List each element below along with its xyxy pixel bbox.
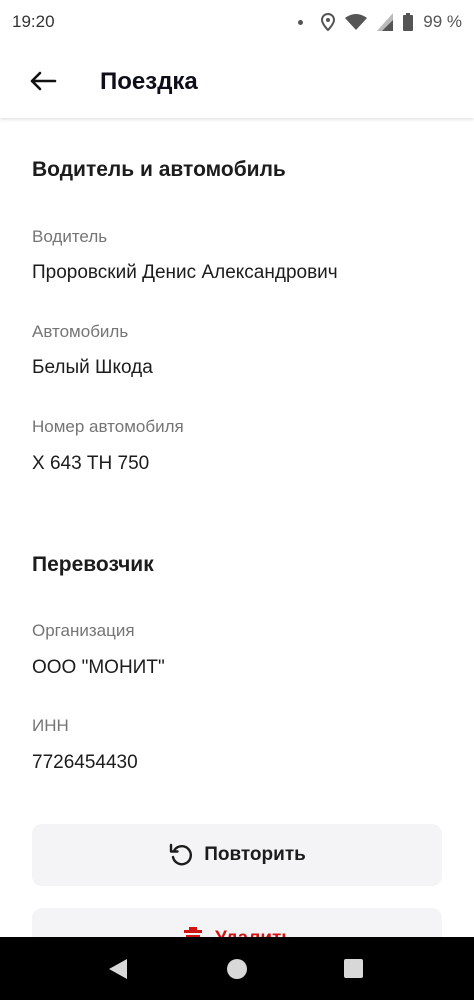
arrow-left-icon xyxy=(30,71,57,91)
battery-icon xyxy=(403,13,414,31)
status-time: 19:20 xyxy=(12,12,55,31)
refresh-icon xyxy=(169,843,193,866)
driver-value: Проровский Денис Александрович xyxy=(32,262,338,283)
organization-value: ООО "МОНИТ" xyxy=(32,657,165,678)
section-title-carrier: Перевозчик xyxy=(32,553,154,576)
car-number-value: Х 643 ТН 750 xyxy=(32,453,150,474)
battery-percent: 99 % xyxy=(423,12,462,31)
car-number-label: Номер автомобиля xyxy=(32,417,184,436)
status-bar: 19:20 99 % xyxy=(0,0,474,44)
repeat-button[interactable]: Повторить xyxy=(32,824,442,886)
nav-home-icon[interactable] xyxy=(227,959,247,979)
status-icons: 99 % xyxy=(298,12,462,32)
organization-label: Организация xyxy=(32,621,135,640)
nav-back-icon[interactable] xyxy=(108,958,128,980)
driver-label: Водитель xyxy=(32,227,108,246)
car-value: Белый Шкода xyxy=(32,357,153,378)
location-icon xyxy=(321,13,336,31)
nav-recents-icon[interactable] xyxy=(344,959,363,978)
car-label: Автомобиль xyxy=(32,322,129,341)
inn-value: 7726454430 xyxy=(32,752,138,773)
page-title: Поездка xyxy=(100,68,198,95)
inn-label: ИНН xyxy=(32,716,69,735)
wifi-icon xyxy=(345,14,368,30)
system-nav-bar xyxy=(0,937,474,1000)
back-button[interactable] xyxy=(26,64,60,98)
signal-icon xyxy=(377,13,394,31)
repeat-button-label: Повторить xyxy=(204,844,306,865)
app-bar: Поездка xyxy=(0,44,474,118)
section-title-driver: Водитель и автомобиль xyxy=(32,158,286,181)
notification-dot-icon xyxy=(298,19,304,25)
